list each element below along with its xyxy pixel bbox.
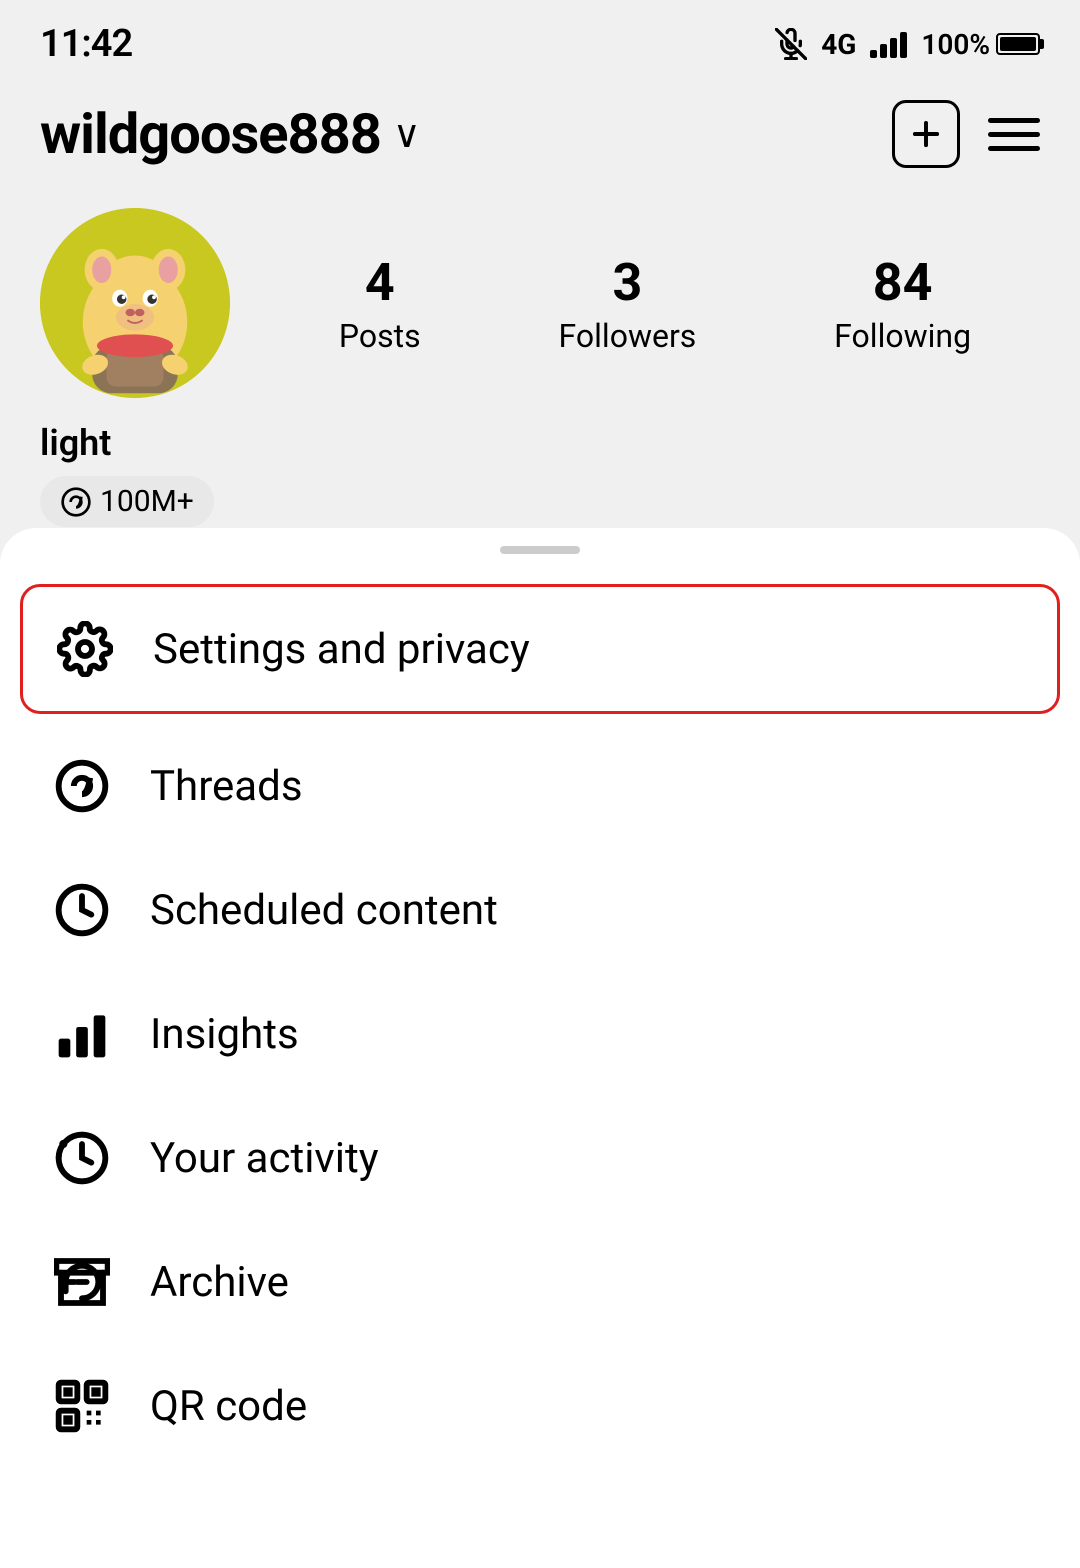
network-label: 4G — [821, 28, 856, 61]
activity-label: Your activity — [150, 1134, 379, 1183]
profile-section: 4 Posts 3 Followers 84 Following light 1… — [0, 188, 1080, 557]
bottom-sheet: Settings and privacy Threads Scheduled c… — [0, 528, 1080, 1568]
your-activity-item[interactable]: Your activity — [0, 1096, 1080, 1220]
scheduled-label: Scheduled content — [150, 886, 498, 935]
posts-count: 4 — [365, 252, 395, 313]
threads-label: Threads — [150, 762, 303, 811]
battery-icon — [996, 33, 1040, 55]
scheduled-content-item[interactable]: Scheduled content — [0, 848, 1080, 972]
dropdown-icon[interactable]: ∨ — [393, 112, 421, 157]
followers-label: Followers — [559, 317, 697, 355]
followers-count: 3 — [612, 252, 642, 313]
activity-icon — [50, 1126, 114, 1190]
threads-badge-label: 100M+ — [100, 484, 194, 519]
insights-label: Insights — [150, 1010, 299, 1059]
threads-menu-icon — [50, 754, 114, 818]
insights-item[interactable]: Insights — [0, 972, 1080, 1096]
mute-icon — [775, 28, 807, 60]
settings-icon — [53, 617, 117, 681]
battery-percentage: 100% — [921, 28, 990, 61]
settings-privacy-label: Settings and privacy — [153, 625, 530, 674]
following-stat[interactable]: 84 Following — [834, 252, 971, 355]
status-time: 11:42 — [40, 22, 132, 66]
profile-top: 4 Posts 3 Followers 84 Following — [40, 208, 1040, 398]
menu-button[interactable] — [988, 118, 1040, 151]
followers-stat[interactable]: 3 Followers — [559, 252, 697, 355]
avatar-image — [40, 208, 230, 398]
settings-privacy-item[interactable]: Settings and privacy — [20, 584, 1060, 714]
archive-label: Archive — [150, 1258, 289, 1307]
qrcode-label: QR code — [150, 1382, 307, 1431]
threads-badge[interactable]: 100M+ — [40, 476, 214, 527]
header: wildgoose888 ∨ — [0, 80, 1080, 188]
add-post-button[interactable] — [892, 100, 960, 168]
plus-icon — [907, 115, 945, 153]
qr-icon — [50, 1374, 114, 1438]
profile-stats: 4 Posts 3 Followers 84 Following — [270, 252, 1040, 355]
avatar[interactable] — [40, 208, 230, 398]
posts-label: Posts — [339, 317, 421, 355]
drag-handle[interactable] — [500, 546, 580, 554]
following-label: Following — [834, 317, 971, 355]
insights-icon — [50, 1002, 114, 1066]
status-icons: 4G 100% — [775, 28, 1040, 61]
status-bar: 11:42 4G 100% — [0, 0, 1080, 80]
threads-badge-icon — [60, 486, 92, 518]
archive-icon — [50, 1250, 114, 1314]
posts-stat[interactable]: 4 Posts — [339, 252, 421, 355]
following-count: 84 — [873, 252, 933, 313]
threads-item[interactable]: Threads — [0, 724, 1080, 848]
header-left: wildgoose888 ∨ — [40, 101, 421, 167]
qrcode-item[interactable]: QR code — [0, 1344, 1080, 1468]
scheduled-icon — [50, 878, 114, 942]
profile-name: light — [40, 422, 1040, 464]
battery-indicator: 100% — [921, 28, 1040, 61]
signal-bars — [870, 30, 907, 58]
header-actions — [892, 100, 1040, 168]
username-label: wildgoose888 — [40, 101, 381, 167]
archive-item[interactable]: Archive — [0, 1220, 1080, 1344]
